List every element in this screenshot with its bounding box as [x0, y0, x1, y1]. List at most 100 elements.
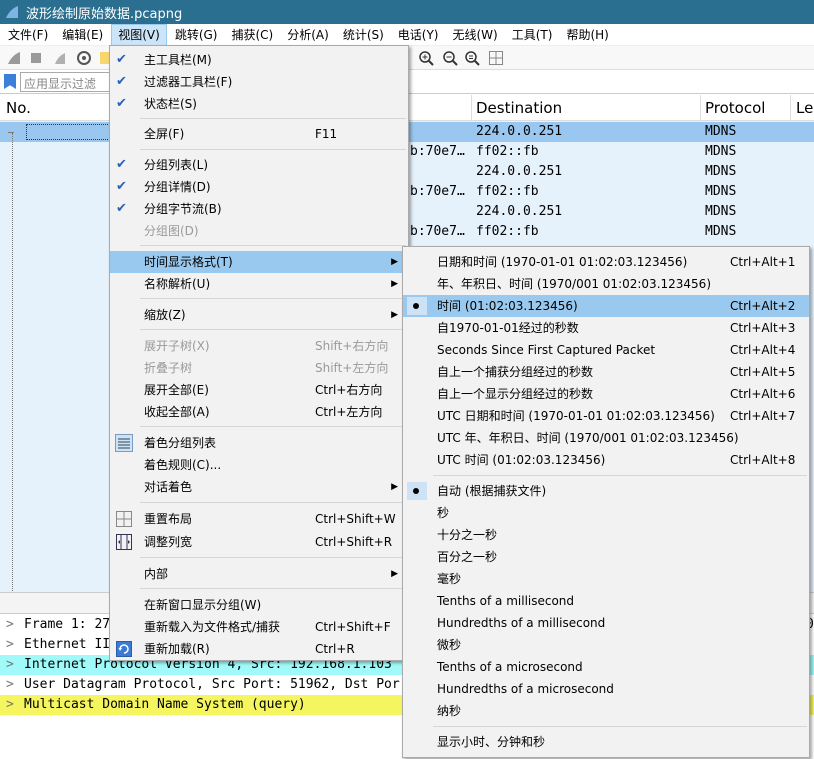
- precision-seconds[interactable]: 秒: [403, 502, 809, 524]
- precision-hundredths-ms[interactable]: Hundredths of a millisecond: [403, 612, 809, 634]
- stop-capture-icon[interactable]: [28, 50, 44, 66]
- cell-protocol: MDNS: [705, 184, 737, 199]
- cell-source: b:70e7…: [410, 184, 465, 199]
- column-divider[interactable]: [700, 95, 701, 121]
- cell-destination: 224.0.0.251: [476, 204, 563, 219]
- menu-help[interactable]: 帮助(H): [560, 24, 614, 46]
- menu-analyze[interactable]: 分析(A): [281, 24, 335, 46]
- precision-tenths-ms[interactable]: Tenths of a millisecond: [403, 590, 809, 612]
- menu-item-resize-columns[interactable]: 调整列宽 Ctrl+Shift+R: [110, 531, 408, 553]
- restart-capture-icon[interactable]: [52, 50, 68, 66]
- check-icon: ✔: [116, 74, 127, 89]
- menu-item-main-toolbar[interactable]: ✔ 主工具栏(M): [110, 49, 408, 71]
- menu-tools[interactable]: 工具(T): [506, 24, 559, 46]
- expand-arrow-icon[interactable]: >: [0, 615, 24, 635]
- menu-item-label: UTC 年、年积日、时间 (1970/001 01:02:03.123456): [437, 431, 739, 445]
- menu-item-fullscreen[interactable]: 全屏(F) F11: [110, 123, 408, 145]
- menu-item-label: 重新载入为文件格式/捕获: [144, 620, 281, 634]
- menu-item-reload-as-file-format[interactable]: 重新载入为文件格式/捕获 Ctrl+Shift+F: [110, 616, 408, 638]
- menu-item-label: 内部: [144, 567, 169, 581]
- column-no[interactable]: No.: [6, 99, 31, 117]
- column-length[interactable]: Le: [796, 99, 813, 117]
- menu-item-status-bar[interactable]: ✔ 状态栏(S): [110, 93, 408, 115]
- capture-options-icon[interactable]: [76, 50, 92, 66]
- zoom-out-icon[interactable]: [442, 50, 458, 66]
- column-destination[interactable]: Destination: [476, 99, 562, 117]
- menu-item-label: 时间 (01:02:03.123456): [437, 299, 578, 313]
- menu-item-label: 对话着色: [144, 480, 193, 494]
- menu-item-reload[interactable]: 重新加载(R) Ctrl+R: [110, 638, 408, 660]
- time-format-utc-date-and-time[interactable]: UTC 日期和时间 (1970-01-01 01:02:03.123456) Ct…: [403, 405, 809, 427]
- menu-item-time-display-format[interactable]: 时间显示格式(T) ▶: [110, 251, 408, 273]
- menu-file[interactable]: 文件(F): [2, 24, 54, 46]
- menu-item-coloring-rules[interactable]: 着色规则(C)...: [110, 454, 408, 476]
- check-icon: ✔: [116, 157, 127, 172]
- menu-go[interactable]: 跳转(G): [169, 24, 224, 46]
- menu-item-show-packet-new-window[interactable]: 在新窗口显示分组(W): [110, 594, 408, 616]
- menu-wireless[interactable]: 无线(W): [447, 24, 504, 46]
- cell-destination: 224.0.0.251: [476, 164, 563, 179]
- bookmark-icon[interactable]: [4, 74, 16, 89]
- menu-item-packet-list[interactable]: ✔ 分组列表(L): [110, 154, 408, 176]
- menu-item-zoom[interactable]: 缩放(Z) ▶: [110, 304, 408, 326]
- menu-item-label: 展开全部(E): [144, 383, 209, 397]
- menu-shortcut: Ctrl+Alt+6: [730, 387, 796, 401]
- normal-size-icon[interactable]: [464, 50, 480, 66]
- menu-item-reset-layout[interactable]: 重置布局 Ctrl+Shift+W: [110, 508, 408, 530]
- column-divider[interactable]: [790, 95, 791, 121]
- display-hms[interactable]: 显示小时、分钟和秒: [403, 731, 809, 753]
- precision-automatic[interactable]: 自动 (根据捕获文件): [403, 480, 809, 502]
- menu-shortcut: Shift+右方向: [315, 339, 389, 353]
- expand-arrow-icon[interactable]: >: [0, 695, 24, 715]
- menu-separator: [140, 502, 406, 503]
- menu-item-expand-subtrees: 展开子树(X) Shift+右方向: [110, 335, 408, 357]
- menu-edit[interactable]: 编辑(E): [56, 24, 109, 46]
- precision-hundredths-us[interactable]: Hundredths of a microsecond: [403, 678, 809, 700]
- time-format-seconds-since-first[interactable]: Seconds Since First Captured Packet Ctrl+…: [403, 339, 809, 361]
- cell-destination: ff02::fb: [476, 184, 539, 199]
- start-capture-icon[interactable]: [6, 50, 22, 66]
- menu-item-colorize-conversation[interactable]: 对话着色 ▶: [110, 476, 408, 498]
- menu-capture[interactable]: 捕获(C): [225, 24, 279, 46]
- time-format-seconds-since-epoch[interactable]: 自1970-01-01经过的秒数 Ctrl+Alt+3: [403, 317, 809, 339]
- menu-item-colorize-packet-list[interactable]: 着色分组列表: [110, 432, 408, 454]
- column-divider[interactable]: [471, 95, 472, 121]
- time-format-date-and-time[interactable]: 日期和时间 (1970-01-01 01:02:03.123456) Ctrl+A…: [403, 251, 809, 273]
- time-format-since-prev-displayed[interactable]: 自上一个显示分组经过的秒数 Ctrl+Alt+6: [403, 383, 809, 405]
- radio-selected-icon: [413, 303, 419, 309]
- expand-arrow-icon[interactable]: >: [0, 655, 24, 675]
- precision-milliseconds[interactable]: 毫秒: [403, 568, 809, 590]
- display-filter-input[interactable]: 应用显示过滤器: [20, 72, 110, 108]
- menu-view[interactable]: 视图(V): [111, 23, 167, 46]
- menu-item-label: 年、年积日、时间 (1970/001 01:02:03.123456): [437, 277, 711, 291]
- precision-tenths-us[interactable]: Tenths of a microsecond: [403, 656, 809, 678]
- expand-arrow-icon[interactable]: >: [0, 635, 24, 655]
- time-format-time-of-day[interactable]: 时间 (01:02:03.123456) Ctrl+Alt+2: [403, 295, 809, 317]
- menu-statistics[interactable]: 统计(S): [337, 24, 390, 46]
- related-packet-tick: [8, 132, 14, 133]
- menu-item-packet-bytes[interactable]: ✔ 分组字节流(B): [110, 198, 408, 220]
- menu-item-packet-details[interactable]: ✔ 分组详情(D): [110, 176, 408, 198]
- menu-item-internals[interactable]: 内部 ▶: [110, 563, 408, 585]
- column-protocol[interactable]: Protocol: [705, 99, 765, 117]
- menu-item-label: Tenths of a microsecond: [437, 660, 583, 674]
- precision-microseconds[interactable]: 微秒: [403, 634, 809, 656]
- menu-item-filter-toolbar[interactable]: ✔ 过滤器工具栏(F): [110, 71, 408, 93]
- time-format-utc-year-doy-time[interactable]: UTC 年、年积日、时间 (1970/001 01:02:03.123456): [403, 427, 809, 449]
- precision-tenths[interactable]: 十分之一秒: [403, 524, 809, 546]
- menu-item-name-resolution[interactable]: 名称解析(U) ▶: [110, 273, 408, 295]
- menu-item-label: 重新加载(R): [144, 642, 210, 656]
- precision-hundredths[interactable]: 百分之一秒: [403, 546, 809, 568]
- resize-columns-icon[interactable]: [488, 50, 504, 66]
- cell-protocol: MDNS: [705, 204, 737, 219]
- precision-nanoseconds[interactable]: 纳秒: [403, 700, 809, 722]
- cell-protocol: MDNS: [705, 224, 737, 239]
- time-format-since-prev-captured[interactable]: 自上一个捕获分组经过的秒数 Ctrl+Alt+5: [403, 361, 809, 383]
- menu-item-collapse-all[interactable]: 收起全部(A) Ctrl+左方向: [110, 401, 408, 423]
- time-format-year-doy-time[interactable]: 年、年积日、时间 (1970/001 01:02:03.123456): [403, 273, 809, 295]
- menu-item-expand-all[interactable]: 展开全部(E) Ctrl+右方向: [110, 379, 408, 401]
- time-format-utc-time[interactable]: UTC 时间 (01:02:03.123456) Ctrl+Alt+8: [403, 449, 809, 471]
- menu-telephony[interactable]: 电话(Y): [392, 24, 445, 46]
- zoom-in-icon[interactable]: [418, 50, 434, 66]
- expand-arrow-icon[interactable]: >: [0, 675, 24, 695]
